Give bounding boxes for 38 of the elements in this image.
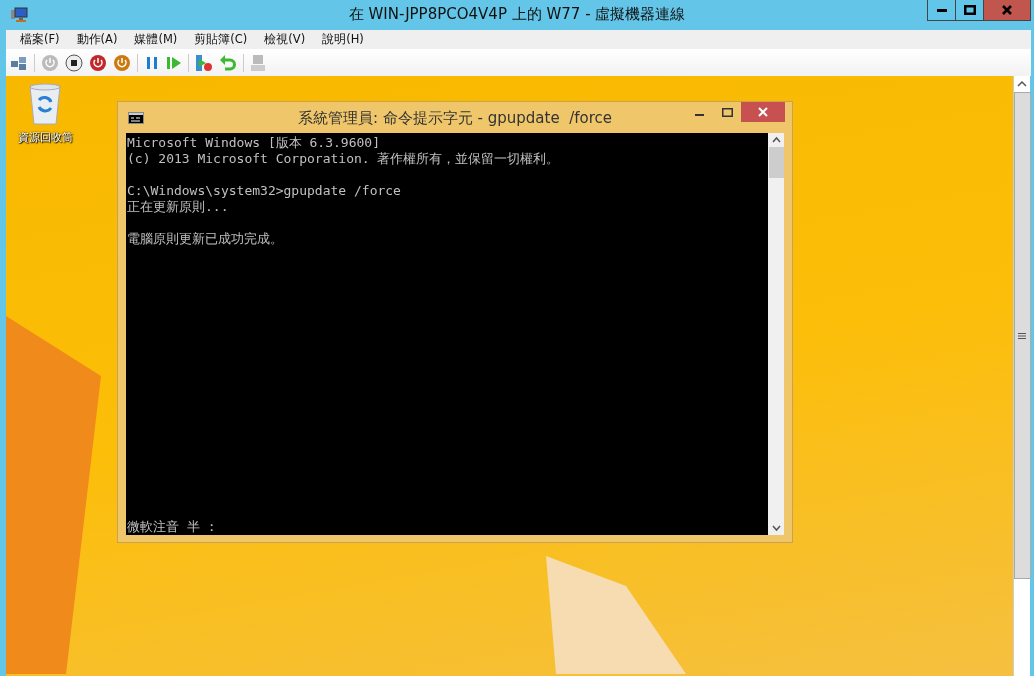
console-icon: [128, 111, 144, 124]
console-line: (c) 2013 Microsoft Corporation. 著作權所有，並保留一切權利。: [127, 151, 560, 166]
console-window-title: 系統管理員: 命令提示字元 - gpupdate /force: [298, 109, 612, 128]
close-icon: [1002, 5, 1012, 15]
console-line: 電腦原則更新已成功完成。: [127, 231, 283, 246]
stop-icon[interactable]: [65, 53, 83, 72]
console-line: Microsoft Windows [版本 6.3.9600]: [127, 135, 380, 150]
network-icon[interactable]: [10, 54, 28, 71]
menu-item[interactable]: 剪貼簿(C): [188, 32, 254, 47]
window-title: 在 WIN-JPP8PCO4V4P 上的 W77 - 虛擬機器連線: [348, 5, 686, 24]
scrollbar-thumb[interactable]: [768, 147, 784, 178]
close-button[interactable]: [984, 0, 1030, 20]
console-line: 正在更新原則...: [127, 199, 229, 214]
scrollbar[interactable]: [1013, 76, 1030, 676]
menu-item[interactable]: 說明(H): [316, 32, 370, 47]
menu-item[interactable]: 動作(A): [70, 32, 124, 47]
console-line: C:\Windows\system32>gpupdate /force: [127, 183, 401, 198]
menu-item[interactable]: 檔案(F): [14, 32, 66, 47]
close-icon: [758, 107, 768, 117]
minimize-icon: [936, 8, 947, 12]
menu-item[interactable]: 媒體(M): [128, 32, 184, 47]
maximize-icon: [963, 5, 976, 15]
maximize-icon: [721, 107, 733, 117]
menu-item[interactable]: 檢視(V): [258, 32, 312, 47]
power-icon[interactable]: [89, 53, 107, 72]
recycle-bin-icon[interactable]: [27, 82, 63, 126]
ime-status: 微軟注音 半 :: [127, 519, 216, 534]
computer-icon: [10, 7, 28, 23]
pause-icon[interactable]: [144, 54, 160, 71]
close-button[interactable]: [741, 102, 785, 122]
power-icon[interactable]: [113, 53, 131, 72]
checkpoint-icon[interactable]: [195, 53, 213, 72]
undo-icon[interactable]: [219, 53, 237, 72]
play-icon[interactable]: [166, 54, 182, 71]
scrollbar-thumb[interactable]: [1013, 92, 1031, 579]
grip-icon: [1018, 331, 1026, 340]
scrollbar[interactable]: [768, 133, 784, 535]
minimize-icon: [694, 114, 704, 116]
